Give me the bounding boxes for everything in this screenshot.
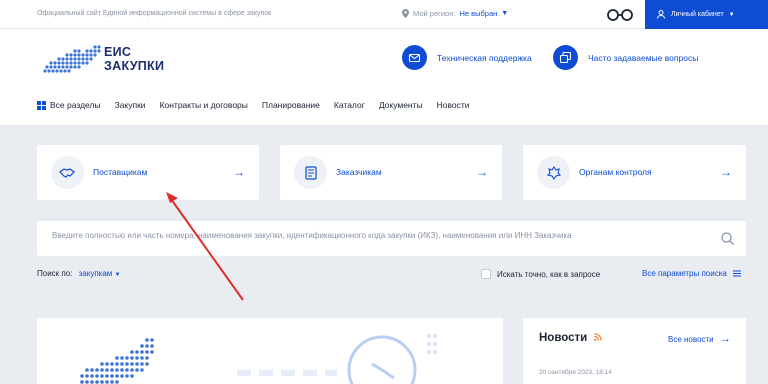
search-input[interactable] [52, 231, 692, 240]
faq-icon [553, 45, 578, 70]
arrow-right-icon: → [233, 165, 245, 179]
rss-icon[interactable] [594, 333, 603, 341]
cabinet-label: Личный кабинет [671, 11, 724, 18]
chevron-down-icon: ▼ [501, 10, 509, 17]
faq-label: Часто задаваемые вопросы [588, 52, 699, 63]
clock-illustration-icon [347, 334, 437, 384]
nav-item-all-sections[interactable]: Все разделы [37, 100, 101, 110]
mail-icon [402, 45, 427, 70]
card-control-bodies[interactable]: Органам контроля → [523, 145, 746, 200]
nav-item-catalog[interactable]: Каталог [334, 100, 365, 110]
news-title: Новости [539, 332, 603, 344]
region-label: Мой регион: [413, 9, 456, 18]
nav-item-news[interactable]: Новости [437, 100, 470, 110]
chevron-down-icon: ▼ [114, 272, 121, 278]
arrow-right-icon: → [720, 165, 732, 179]
location-pin-icon [402, 9, 409, 18]
search-by-row: Поиск по: закупкам ▼ [37, 269, 121, 278]
exact-search-checkbox[interactable] [481, 269, 491, 279]
arrow-right-icon: → [719, 333, 731, 345]
all-news-link[interactable]: Все новости → [668, 333, 731, 345]
nav-item-purchases[interactable]: Закупки [115, 100, 146, 110]
accessibility-glasses-icon[interactable] [606, 8, 634, 22]
card-label: Органам контроля [579, 167, 652, 177]
arrow-right-icon: → [476, 165, 488, 179]
exact-search-row: Искать точно, как в запросе [481, 269, 600, 279]
faq-link[interactable]: Часто задаваемые вопросы [553, 45, 698, 70]
site-header: ЕИС ЗАКУПКИ Техническая поддержка Часто … [0, 29, 768, 125]
all-news-label: Все новости [668, 335, 714, 344]
news-panel: Новости Все новости → 20 сентября 2023, … [523, 318, 746, 384]
banner-box [37, 318, 503, 384]
search-by-value: закупкам [78, 269, 113, 278]
search-by-dropdown[interactable]: закупкам ▼ [79, 269, 121, 278]
card-customers[interactable]: Заказчикам → [280, 145, 502, 200]
tech-support-label: Техническая поддержка [437, 52, 532, 63]
main-nav: Все разделы Закупки Контракты и договоры… [37, 100, 470, 110]
search-box [37, 221, 746, 256]
logo-line-1: ЕИС [104, 45, 132, 59]
region-selector[interactable]: Мой регион: Не выбран ▼ [402, 9, 508, 18]
card-label: Поставщикам [93, 167, 148, 177]
region-value[interactable]: Не выбран [459, 9, 497, 18]
personal-cabinet-button[interactable]: Личный кабинет ▼ [645, 0, 768, 29]
card-suppliers[interactable]: Поставщикам → [37, 145, 259, 200]
top-bar: Официальный сайт Единой информационной с… [0, 0, 768, 29]
handshake-icon [51, 156, 84, 189]
russia-dot-map-icon [80, 338, 154, 384]
all-params-label: Все параметры поиска [642, 269, 727, 278]
document-icon [294, 156, 327, 189]
official-site-text: Официальный сайт Единой информационной с… [37, 10, 272, 17]
emblem-icon [537, 156, 570, 189]
card-label: Заказчикам [336, 167, 382, 177]
nav-item-planning[interactable]: Планирование [262, 100, 320, 110]
news-title-label: Новости [539, 332, 588, 344]
search-by-label: Поиск по: [37, 269, 73, 278]
tech-support-link[interactable]: Техническая поддержка [402, 45, 532, 70]
search-icon[interactable] [721, 232, 734, 245]
filter-icon [732, 270, 741, 277]
user-icon [657, 10, 665, 19]
logo-line-2: ЗАКУПКИ [104, 59, 165, 73]
logo-text[interactable]: ЕИС ЗАКУПКИ [104, 45, 164, 73]
nav-item-label: Все разделы [50, 100, 101, 110]
banner-stripes [237, 370, 337, 376]
exact-search-label: Искать точно, как в запросе [497, 269, 601, 279]
chevron-down-icon: ▼ [728, 11, 735, 18]
nav-item-documents[interactable]: Документы [379, 100, 423, 110]
nav-item-contracts[interactable]: Контракты и договоры [160, 100, 248, 110]
news-date: 20 сентября 2023, 18:14 [539, 369, 612, 376]
all-params-link[interactable]: Все параметры поиска [642, 269, 741, 278]
sections-grid-icon [37, 100, 46, 110]
